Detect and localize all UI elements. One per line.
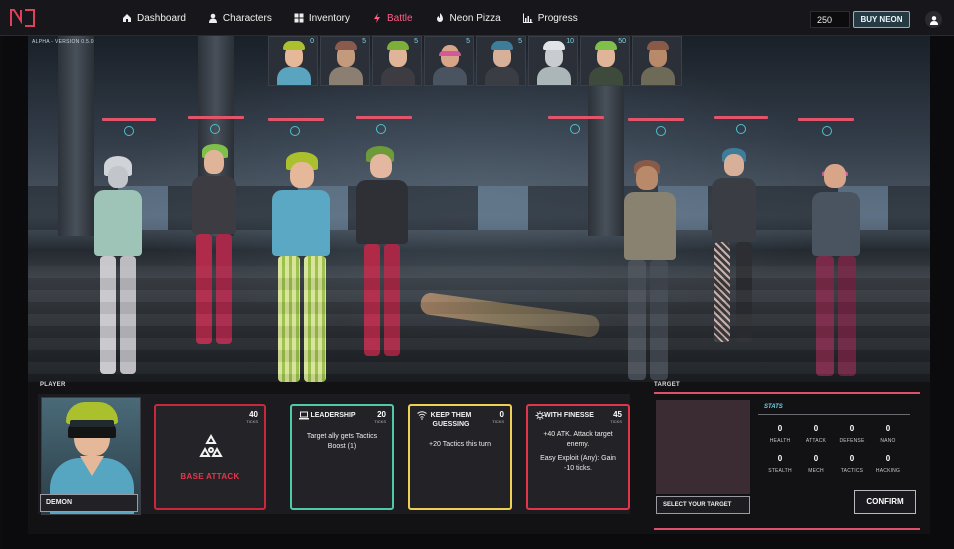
base-attack-label: BASE ATTACK bbox=[180, 472, 240, 481]
target-section-label: TARGET bbox=[654, 382, 681, 388]
flame-icon bbox=[436, 13, 443, 22]
skill-title: KEEP THEM GUESSING bbox=[430, 412, 472, 428]
turn-portrait[interactable]: 10 bbox=[528, 36, 578, 86]
stat-tactics: 0 TACTICS bbox=[840, 454, 864, 474]
nav-inventory[interactable]: Inventory bbox=[294, 13, 350, 24]
stats-divider bbox=[758, 414, 910, 415]
health-bar bbox=[268, 118, 324, 121]
target-divider bbox=[654, 528, 920, 530]
health-bar bbox=[102, 118, 156, 121]
skill-description-exploit: Easy Exploit (Any): Gain -10 ticks. bbox=[540, 455, 616, 472]
stats-title: STATS bbox=[764, 404, 783, 410]
stat-nano: 0 NANO bbox=[880, 424, 896, 444]
health-bar bbox=[628, 118, 684, 121]
bar-chart-icon bbox=[522, 13, 533, 23]
target-ring[interactable] bbox=[570, 124, 580, 134]
turn-order-bar: 0 5 5 5 5 10 50 bbox=[268, 36, 682, 86]
health-bar bbox=[548, 116, 604, 119]
action-panel: PLAYER DEMON 40 TICKS BASE ATTACK LEADER… bbox=[28, 382, 930, 534]
nav-inventory-label: Inventory bbox=[308, 12, 350, 24]
base-attack-card[interactable]: 40 TICKS BASE ATTACK bbox=[154, 404, 266, 510]
scene-pillar bbox=[58, 36, 94, 236]
skill-ticks: 20 TICKS bbox=[374, 410, 386, 424]
health-bar bbox=[714, 116, 768, 119]
health-bar bbox=[798, 118, 854, 121]
stat-stealth: 0 STEALTH bbox=[768, 454, 792, 474]
skill-ticks: 45 TICKS bbox=[610, 410, 622, 424]
skill-description: +20 Tactics this turn bbox=[429, 441, 491, 448]
nav-progress[interactable]: Progress bbox=[522, 12, 578, 24]
stat-hacking: 0 HACKING bbox=[875, 454, 901, 474]
target-divider bbox=[654, 392, 920, 394]
radiation-icon bbox=[199, 433, 223, 457]
battle-scene: ALPHA - VERSION 0.5.0 0 5 5 5 5 10 50 bbox=[28, 36, 930, 382]
stat-defense: 0 DEFENSE bbox=[839, 424, 865, 444]
nav-dashboard-label: Dashboard bbox=[137, 12, 186, 24]
neon-balance: 250 bbox=[810, 11, 850, 28]
turn-portrait[interactable] bbox=[632, 36, 682, 86]
stat-health: 0 HEALTH bbox=[769, 424, 791, 444]
grid-icon bbox=[294, 13, 304, 23]
player-panel: DEMON 40 TICKS BASE ATTACK LEADERSHIP 20… bbox=[38, 394, 630, 515]
nav-neon-pizza-label: Neon Pizza bbox=[449, 12, 501, 24]
target-ring[interactable] bbox=[822, 126, 832, 136]
account-icon bbox=[929, 15, 938, 25]
nav-dashboard[interactable]: Dashboard bbox=[122, 13, 186, 24]
target-ring[interactable] bbox=[376, 124, 386, 134]
turn-portrait[interactable]: 0 bbox=[268, 36, 318, 86]
skill-title: WITH FINESSE bbox=[544, 412, 594, 419]
turn-portrait[interactable]: 5 bbox=[372, 36, 422, 86]
health-bar bbox=[188, 116, 244, 119]
top-nav: Dashboard Characters Inventory Battle Ne… bbox=[0, 0, 954, 36]
target-portrait-slot[interactable] bbox=[656, 400, 750, 494]
skill-card-leadership[interactable]: LEADERSHIP 20 TICKS Target ally gets Tac… bbox=[290, 404, 394, 510]
player-name: DEMON bbox=[40, 494, 138, 512]
target-ring[interactable] bbox=[736, 124, 746, 134]
nav-neon-pizza[interactable]: Neon Pizza bbox=[435, 13, 501, 24]
stat-mech: 0 MECH bbox=[808, 454, 824, 474]
target-ring[interactable] bbox=[124, 126, 134, 136]
skill-card-with-finesse[interactable]: WITH FINESSE 45 TICKS +40 ATK. Attack ta… bbox=[526, 404, 630, 510]
user-icon bbox=[208, 13, 217, 23]
skill-description: +40 ATK. Attack target enemy. bbox=[543, 431, 613, 448]
stat-attack: 0 ATTACK bbox=[805, 424, 827, 444]
account-button[interactable] bbox=[925, 11, 942, 28]
target-ring[interactable] bbox=[656, 126, 666, 136]
health-bar bbox=[356, 116, 412, 119]
target-ring[interactable] bbox=[210, 124, 220, 134]
target-panel: SELECT YOUR TARGET STATS 0 HEALTH 0 ATTACK… bbox=[654, 392, 920, 530]
neon-logo[interactable] bbox=[10, 9, 36, 27]
player-section-label: PLAYER bbox=[40, 382, 66, 388]
lightning-icon bbox=[373, 13, 380, 23]
version-label: ALPHA - VERSION 0.5.0 bbox=[32, 39, 94, 45]
home-icon bbox=[123, 14, 131, 22]
nav-battle[interactable]: Battle bbox=[372, 13, 413, 24]
turn-portrait[interactable]: 5 bbox=[320, 36, 370, 86]
skill-card-keep-them-guessing[interactable]: KEEP THEM GUESSING 0 TICKS +20 Tactics t… bbox=[408, 404, 512, 510]
base-attack-ticks: 40 TICKS bbox=[246, 410, 258, 424]
skill-ticks: 0 TICKS bbox=[492, 410, 504, 424]
confirm-button[interactable]: CONFIRM bbox=[854, 490, 916, 514]
skill-title: LEADERSHIP bbox=[310, 412, 356, 419]
skill-description: Target ally gets Tactics Boost (1) bbox=[306, 433, 378, 450]
nav-characters-label: Characters bbox=[222, 12, 272, 24]
turn-portrait[interactable]: 5 bbox=[476, 36, 526, 86]
nav-characters[interactable]: Characters bbox=[208, 13, 272, 24]
buy-neon-button[interactable]: BUY NEON bbox=[853, 11, 910, 28]
page-scrollbar[interactable] bbox=[0, 36, 3, 549]
select-target-button[interactable]: SELECT YOUR TARGET bbox=[656, 496, 750, 514]
target-ring[interactable] bbox=[290, 126, 300, 136]
nav-battle-label: Battle bbox=[386, 12, 413, 24]
turn-portrait[interactable]: 50 bbox=[580, 36, 630, 86]
nav-progress-label: Progress bbox=[537, 12, 578, 24]
turn-portrait[interactable]: 5 bbox=[424, 36, 474, 86]
downed-fighter bbox=[419, 291, 601, 339]
